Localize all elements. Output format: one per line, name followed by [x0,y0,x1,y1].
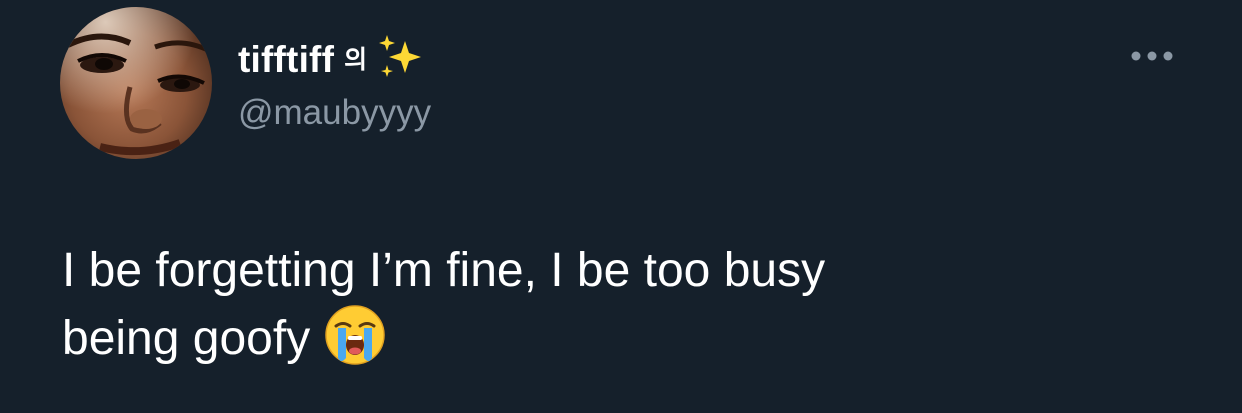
sparkles-icon [379,35,422,77]
tweet-text-line-2-text: being goofy [62,312,311,365]
tweet-text-line-1: I be forgetting I’m fine, I be too busy [62,244,826,297]
avatar[interactable] [60,7,212,159]
author-display-name[interactable]: tifftiff [238,41,334,78]
author-name-character: 의 [344,44,368,74]
loudly-crying-face-icon [325,305,385,365]
avatar-photo [60,7,212,159]
more-options-button[interactable] [1124,36,1180,76]
author-handle[interactable]: @maubyyyy [238,95,431,130]
tweet-text-line-2: being goofy [62,304,1202,372]
more-dots-icon [1131,51,1173,61]
tweet-text: I be forgetting I’m fine, I be too busy … [62,238,1202,372]
author-name-row[interactable]: tifftiff 의 [238,34,423,84]
